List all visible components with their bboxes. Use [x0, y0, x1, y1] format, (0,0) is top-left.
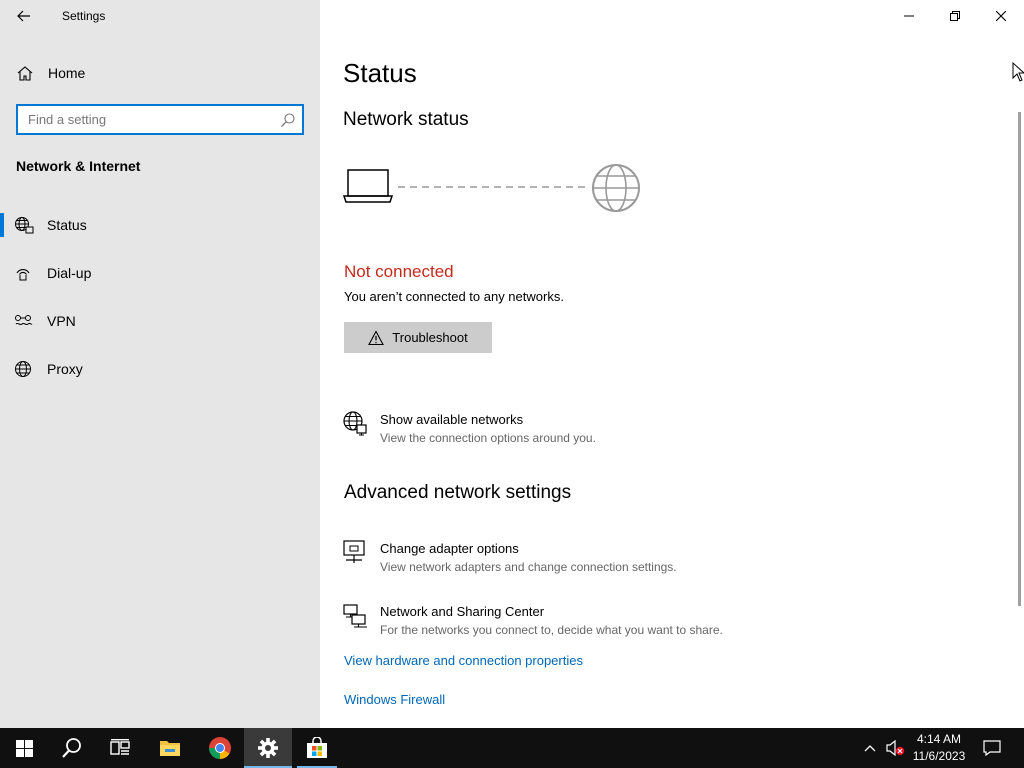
connection-status: Not connected [344, 262, 454, 281]
restore-icon [950, 11, 960, 21]
page-title: Status [343, 58, 417, 88]
show-available-networks[interactable]: Show available networks View the connect… [342, 410, 842, 454]
start-button[interactable] [0, 728, 48, 768]
sidebar-item-status[interactable]: Status [0, 205, 320, 245]
troubleshoot-label: Troubleshoot [392, 330, 468, 345]
network-status-title: Network status [343, 109, 469, 130]
file-explorer-icon [160, 741, 180, 756]
sidebar-item-dial-up[interactable]: Dial-up [0, 253, 320, 293]
app-title: Settings [62, 9, 106, 23]
store-button[interactable] [293, 728, 341, 768]
home-nav-item[interactable]: Home [0, 58, 320, 88]
sharing-center-icon [343, 604, 367, 628]
change-adapter-options[interactable]: Change adapter options View network adap… [342, 539, 842, 583]
section-title: Network & Internet [16, 158, 141, 174]
laptop-icon [343, 169, 394, 203]
search-icon[interactable] [280, 112, 296, 128]
search-box[interactable] [16, 104, 304, 135]
volume-muted-icon [886, 739, 905, 757]
network-sharing-center[interactable]: Network and Sharing Center For the netwo… [342, 602, 842, 646]
windows-firewall-link[interactable]: Windows Firewall [344, 692, 445, 707]
action-center-button[interactable] [980, 736, 1004, 760]
show-networks-description: View the connection options around you. [380, 431, 596, 445]
task-view-button[interactable] [96, 728, 144, 768]
minimize-icon [904, 15, 914, 17]
store-icon [307, 737, 327, 758]
sidebar-item-proxy[interactable]: Proxy [0, 349, 320, 389]
search-icon [62, 738, 81, 758]
home-icon [17, 66, 33, 81]
taskbar: 4:14 AM 11/6/2023 [0, 728, 1024, 768]
troubleshoot-button[interactable]: Troubleshoot [344, 322, 492, 353]
chevron-up-icon [864, 745, 876, 752]
selection-indicator [0, 213, 4, 237]
sidebar-item-label: Dial-up [47, 265, 92, 281]
mouse-cursor-icon [1012, 62, 1024, 82]
file-explorer-button[interactable] [146, 728, 194, 768]
close-icon [996, 11, 1006, 21]
vpn-icon [15, 315, 33, 326]
scrollbar[interactable] [1018, 112, 1021, 606]
start-icon [15, 739, 33, 757]
show-hidden-icons-button[interactable] [858, 736, 882, 760]
connection-status-description: You aren’t connected to any networks. [344, 289, 564, 304]
show-networks-label: Show available networks [380, 412, 524, 427]
settings-button[interactable] [244, 728, 292, 768]
network-adapter-icon [343, 540, 365, 563]
globe-network-icon [15, 217, 34, 234]
volume-button[interactable] [884, 736, 908, 760]
title-bar: Settings [0, 0, 320, 32]
taskbar-search-button[interactable] [48, 728, 96, 768]
taskbar-clock[interactable]: 4:14 AM 11/6/2023 [906, 731, 972, 765]
minimize-button[interactable] [886, 0, 932, 32]
home-label: Home [48, 65, 86, 81]
advanced-settings-title: Advanced network settings [344, 482, 572, 503]
back-arrow-icon [17, 10, 30, 22]
search-input[interactable] [18, 106, 268, 133]
sharing-center-label: Network and Sharing Center [380, 604, 545, 619]
sidebar-item-label: Proxy [47, 361, 83, 377]
close-button[interactable] [978, 0, 1024, 32]
main-content: Status Network status Not connected You … [320, 0, 1024, 728]
chrome-button[interactable] [196, 728, 244, 768]
clock-time: 4:14 AM [916, 732, 962, 746]
internet-globe-icon [592, 164, 640, 212]
sharing-center-description: For the networks you connect to, decide … [380, 623, 723, 637]
dialup-icon [16, 269, 30, 281]
task-view-icon [110, 739, 130, 755]
chrome-icon [209, 737, 231, 759]
adapter-options-description: View network adapters and change connect… [380, 560, 677, 574]
network-globe-icon [343, 411, 367, 436]
notification-icon [983, 740, 1001, 756]
hardware-properties-link[interactable]: View hardware and connection properties [344, 653, 583, 668]
sidebar-item-label: Status [47, 217, 87, 233]
network-status-diagram [343, 164, 640, 212]
globe-icon [15, 361, 31, 377]
settings-icon [258, 738, 278, 758]
clock-date: 11/6/2023 [912, 749, 966, 763]
sidebar-item-vpn[interactable]: VPN [0, 301, 320, 341]
sidebar: Settings Home Network & Internet Status … [0, 0, 320, 728]
sidebar-item-label: VPN [47, 313, 76, 329]
back-button[interactable] [8, 4, 40, 28]
warning-icon [368, 329, 385, 345]
restore-button[interactable] [932, 0, 978, 32]
adapter-options-label: Change adapter options [380, 541, 519, 556]
